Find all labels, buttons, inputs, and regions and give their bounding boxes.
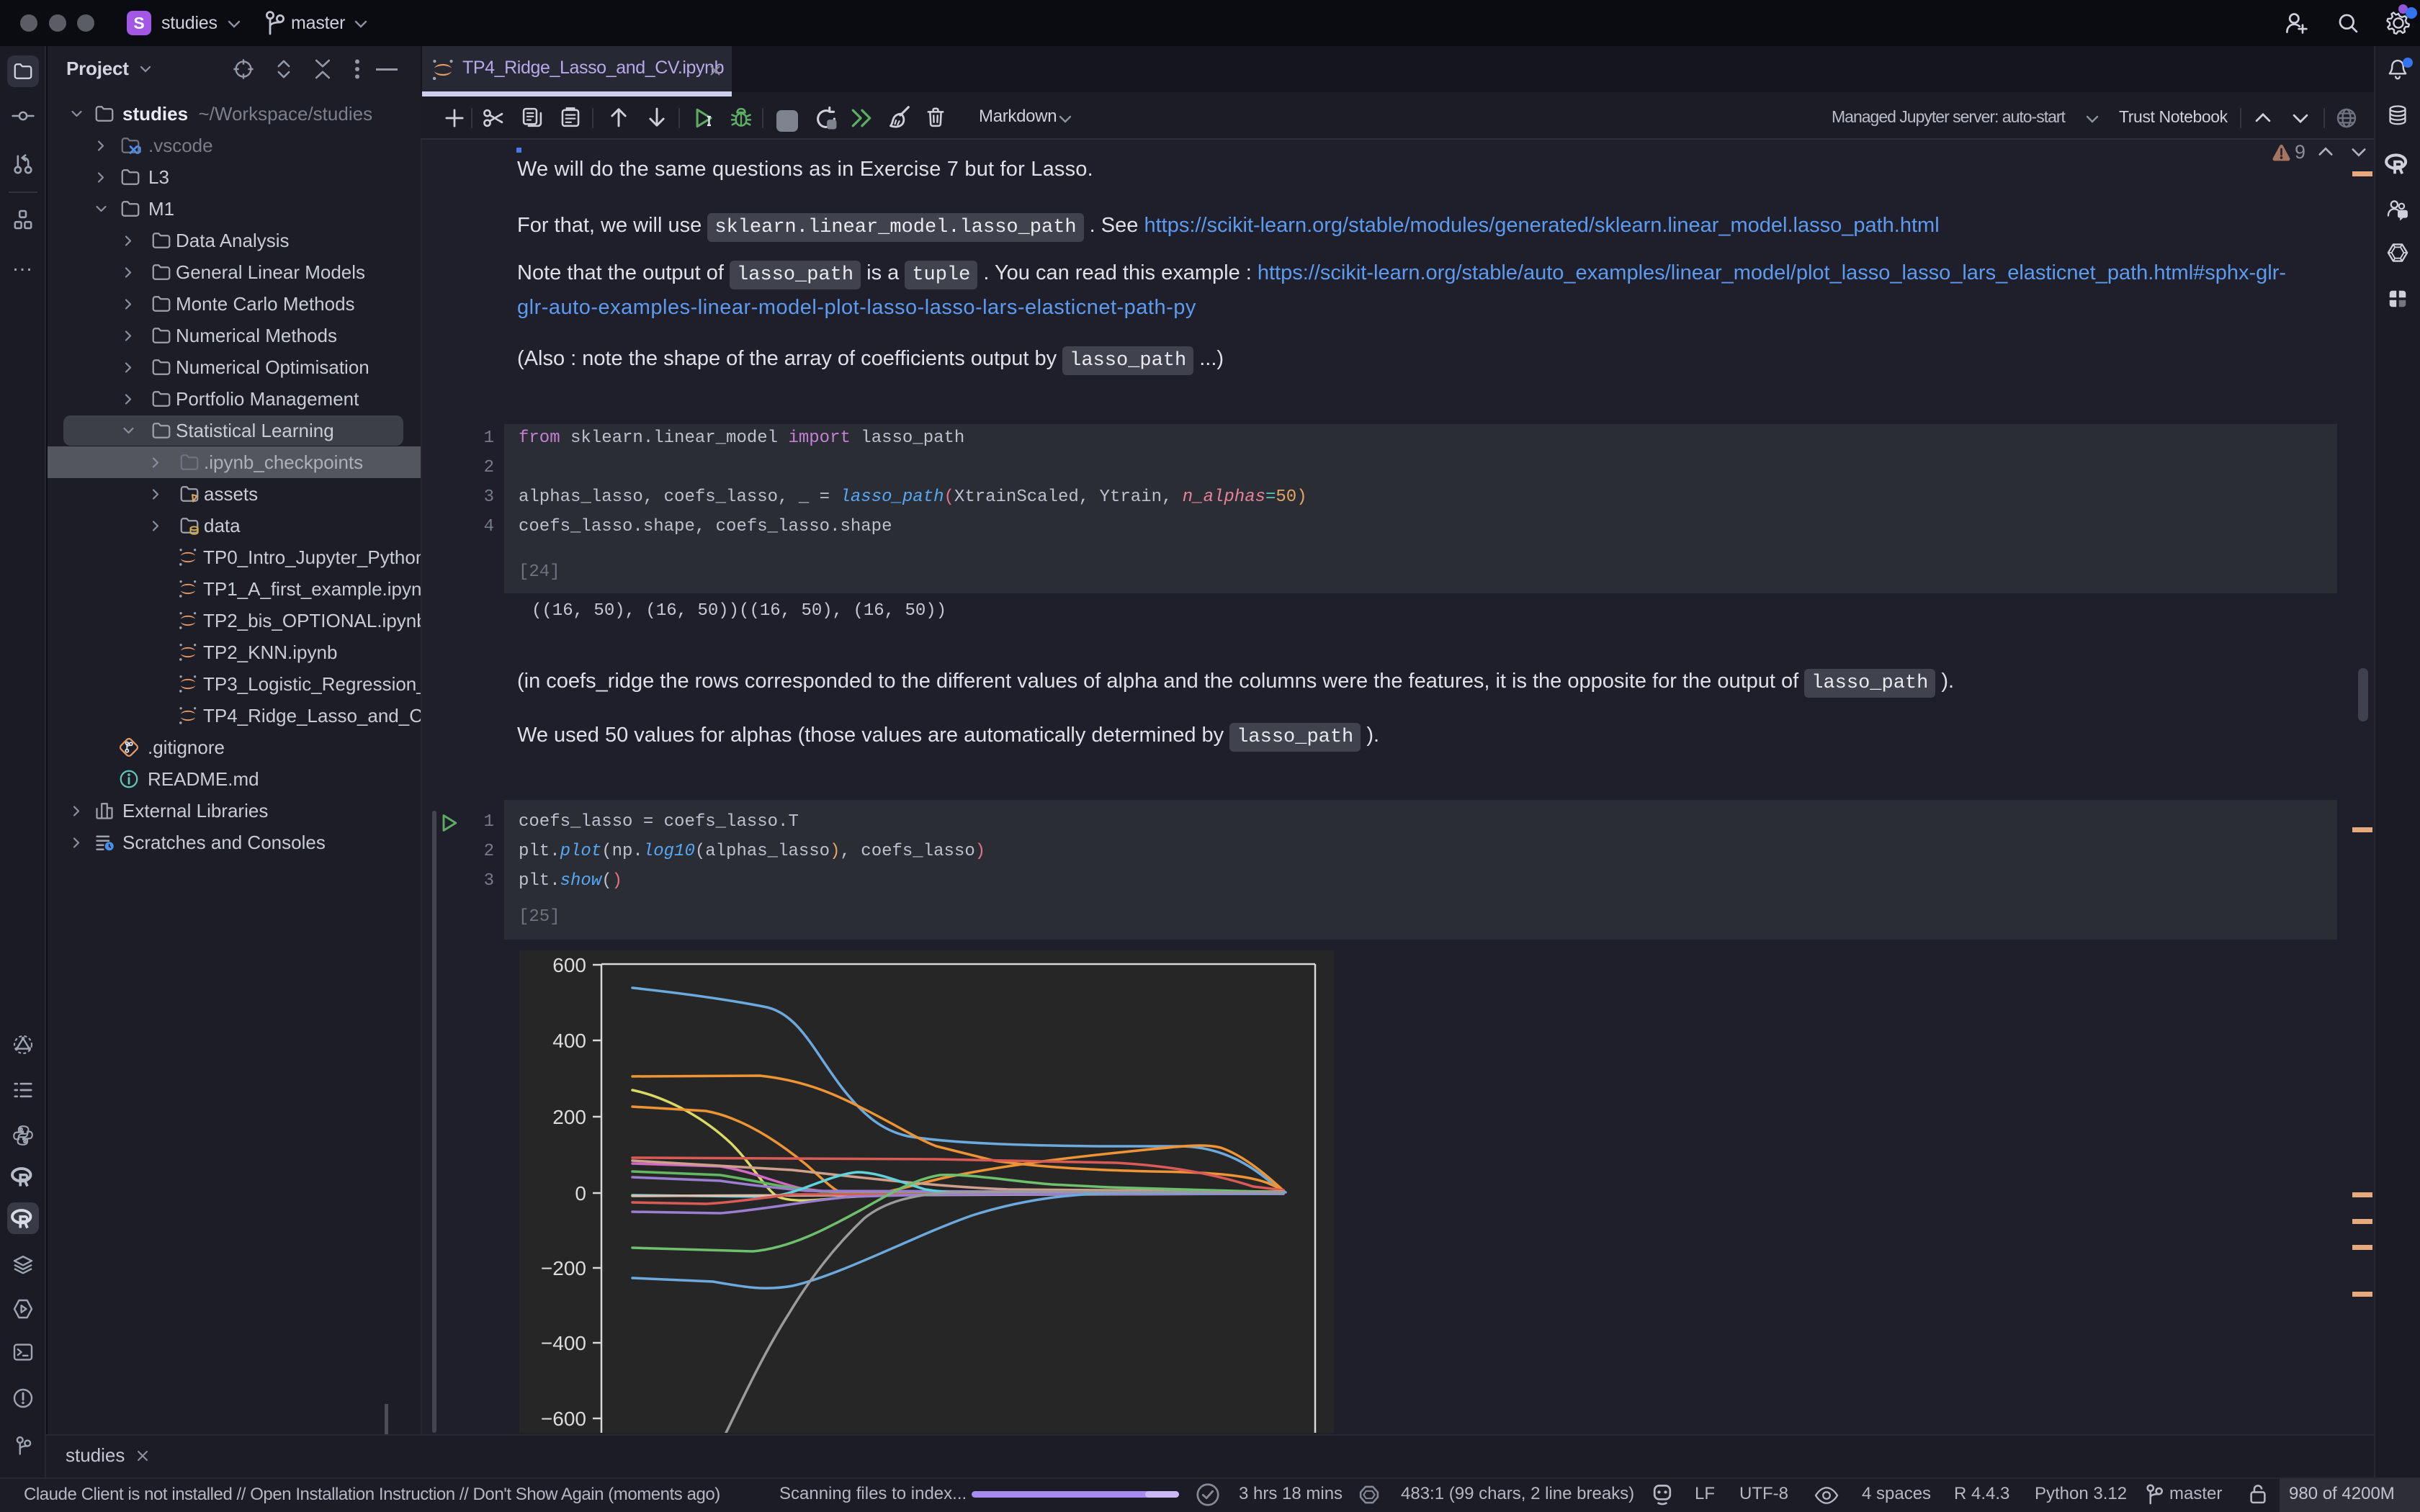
svg-text:200: 200 (552, 1106, 586, 1128)
svg-text:−600: −600 (541, 1408, 586, 1430)
svg-text:−200: −200 (541, 1257, 586, 1279)
svg-text:−400: −400 (541, 1332, 586, 1354)
svg-text:400: 400 (552, 1030, 586, 1052)
svg-text:600: 600 (552, 954, 586, 976)
svg-text:0: 0 (575, 1182, 586, 1205)
